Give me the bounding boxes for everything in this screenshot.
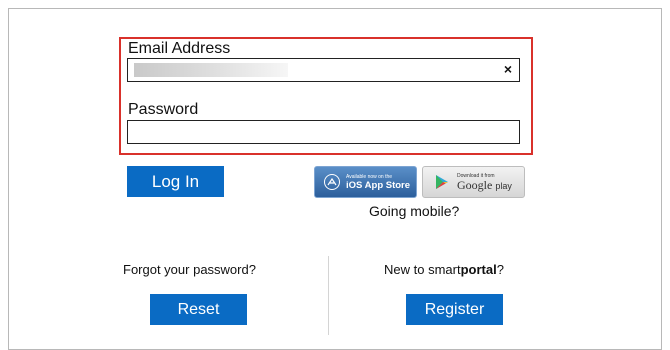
password-field[interactable] [127, 120, 520, 144]
password-label: Password [128, 101, 199, 118]
going-mobile-text: Going mobile? [369, 203, 460, 219]
login-button[interactable]: Log In [127, 166, 224, 197]
register-prompt-suffix: ? [496, 262, 504, 277]
email-field[interactable]: × [127, 58, 520, 82]
google-play-suffix: play [495, 180, 512, 191]
reset-button[interactable]: Reset [150, 294, 247, 325]
google-play-title: Google [457, 177, 493, 192]
clear-icon[interactable]: × [504, 61, 512, 77]
google-play-badge[interactable]: Download it from Google play [422, 166, 525, 198]
register-button[interactable]: Register [406, 294, 503, 325]
app-store-icon [324, 174, 340, 190]
register-prompt: New to smartportal? [384, 262, 504, 277]
brand-name-bold: portal [460, 262, 497, 277]
section-divider [328, 256, 329, 335]
ios-app-store-badge[interactable]: Available now on the iOS App Store [314, 166, 417, 198]
email-label: Email Address [128, 40, 231, 57]
register-prompt-prefix: New to smart [384, 262, 461, 277]
ios-badge-title: iOS App Store [346, 179, 411, 191]
forgot-password-prompt: Forgot your password? [123, 262, 256, 277]
redacted-email-value [134, 63, 288, 77]
google-play-icon [435, 174, 449, 190]
